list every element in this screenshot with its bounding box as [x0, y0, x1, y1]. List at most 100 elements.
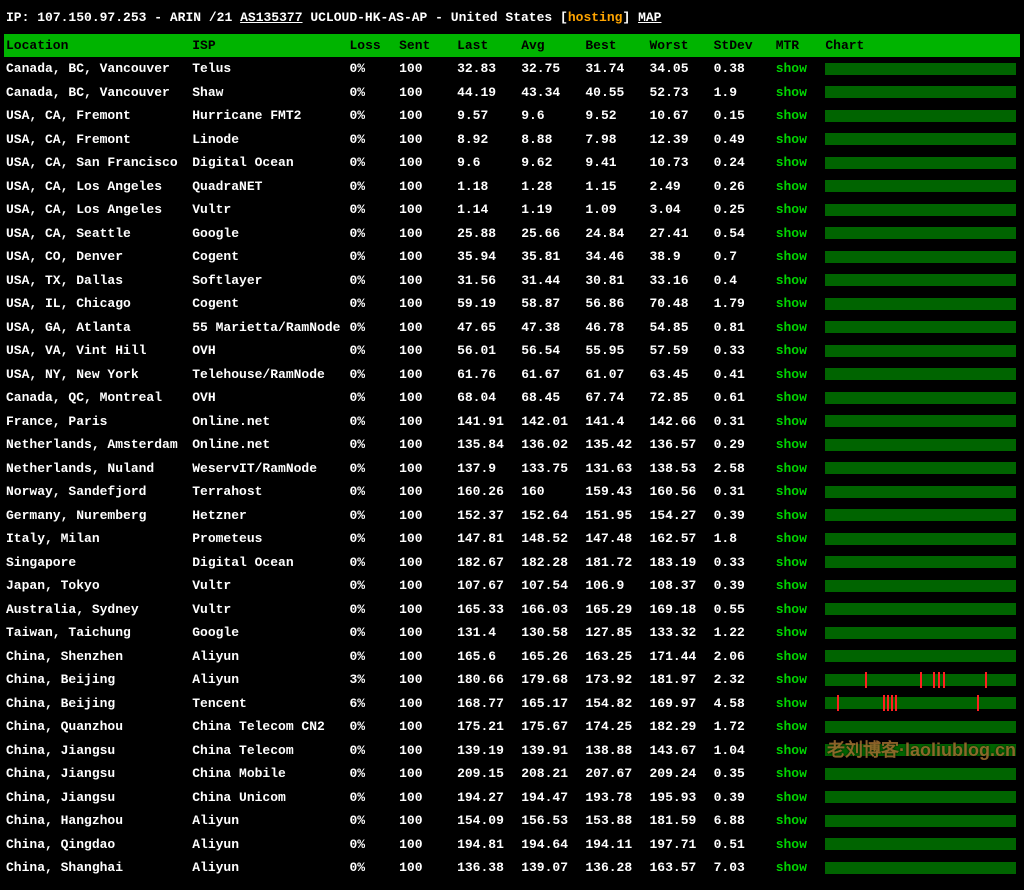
- mtr-show-link[interactable]: show: [776, 743, 807, 758]
- mtr-show-link[interactable]: show: [776, 860, 807, 875]
- mtr-show-link[interactable]: show: [776, 813, 807, 828]
- chart-cell: [823, 809, 1020, 833]
- cell-worst: 183.19: [647, 551, 711, 575]
- country-sep: -: [435, 10, 443, 25]
- chart-cell: [823, 856, 1020, 880]
- cell-isp: Aliyun: [190, 833, 347, 857]
- cell-avg: 175.67: [519, 715, 583, 739]
- mtr-show-link[interactable]: show: [776, 531, 807, 546]
- cell-isp: Hurricane FMT2: [190, 104, 347, 128]
- mtr-show-link[interactable]: show: [776, 367, 807, 382]
- cell-avg: 142.01: [519, 410, 583, 434]
- cell-last: 168.77: [455, 692, 519, 716]
- cell-isp: Linode: [190, 128, 347, 152]
- hosting-tag: hosting: [568, 10, 623, 25]
- mtr-show-link[interactable]: show: [776, 414, 807, 429]
- cell-loc: Taiwan, Taichung: [4, 621, 190, 645]
- table-row: Netherlands, NulandWeservIT/RamNode0%100…: [4, 457, 1020, 481]
- mtr-show-link[interactable]: show: [776, 226, 807, 241]
- cell-sent: 100: [397, 504, 455, 528]
- chart-cell: [823, 833, 1020, 857]
- cell-worst: 57.59: [647, 339, 711, 363]
- mtr-show-link[interactable]: show: [776, 625, 807, 640]
- map-link[interactable]: MAP: [638, 10, 661, 25]
- mtr-show-link[interactable]: show: [776, 461, 807, 476]
- mtr-show-link[interactable]: show: [776, 155, 807, 170]
- cell-best: 174.25: [583, 715, 647, 739]
- asn-link[interactable]: AS135377: [240, 10, 302, 25]
- cell-sent: 100: [397, 551, 455, 575]
- cell-best: 147.48: [583, 527, 647, 551]
- mtr-show-link[interactable]: show: [776, 343, 807, 358]
- cell-loc: Norway, Sandefjord: [4, 480, 190, 504]
- col-mtr: MTR: [774, 34, 824, 58]
- cell-isp: QuadraNET: [190, 175, 347, 199]
- cell-loss: 0%: [347, 527, 397, 551]
- cell-last: 9.57: [455, 104, 519, 128]
- mtr-show-link[interactable]: show: [776, 602, 807, 617]
- mtr-show-link[interactable]: show: [776, 179, 807, 194]
- cell-avg: 9.6: [519, 104, 583, 128]
- mtr-show-link[interactable]: show: [776, 508, 807, 523]
- mtr-show-link[interactable]: show: [776, 273, 807, 288]
- mtr-show-link[interactable]: show: [776, 696, 807, 711]
- mtr-show-link[interactable]: show: [776, 484, 807, 499]
- mtr-show-link[interactable]: show: [776, 766, 807, 781]
- chart-bar: [825, 133, 1016, 145]
- cell-best: 138.88: [583, 739, 647, 763]
- chart-spike: [837, 695, 839, 711]
- cell-sent: 100: [397, 833, 455, 857]
- registry: ARIN: [170, 10, 201, 25]
- cell-sent: 100: [397, 339, 455, 363]
- cell-avg: 139.07: [519, 856, 583, 880]
- cell-best: 7.98: [583, 128, 647, 152]
- cell-loss: 0%: [347, 433, 397, 457]
- mtr-show-link[interactable]: show: [776, 555, 807, 570]
- mtr-show-link[interactable]: show: [776, 249, 807, 264]
- cell-sent: 100: [397, 292, 455, 316]
- cell-best: 61.07: [583, 363, 647, 387]
- cell-avg: 165.26: [519, 645, 583, 669]
- mtr-show-link[interactable]: show: [776, 719, 807, 734]
- cell-worst: 3.04: [647, 198, 711, 222]
- cell-loss: 0%: [347, 245, 397, 269]
- chart-cell: [823, 715, 1020, 739]
- cell-sent: 100: [397, 175, 455, 199]
- cell-stdev: 0.31: [712, 410, 774, 434]
- cell-loc: France, Paris: [4, 410, 190, 434]
- cell-avg: 133.75: [519, 457, 583, 481]
- mtr-show-link[interactable]: show: [776, 320, 807, 335]
- cell-last: 165.6: [455, 645, 519, 669]
- mtr-show-link[interactable]: show: [776, 202, 807, 217]
- chart-cell: [823, 81, 1020, 105]
- mtr-show-link[interactable]: show: [776, 837, 807, 852]
- mtr-show-link[interactable]: show: [776, 390, 807, 405]
- mtr-show-link[interactable]: show: [776, 437, 807, 452]
- chart-cell: [823, 574, 1020, 598]
- table-row: USA, CA, FremontHurricane FMT20%1009.579…: [4, 104, 1020, 128]
- chart-bar: [825, 509, 1016, 521]
- mtr-show-link[interactable]: show: [776, 672, 807, 687]
- cell-isp: Hetzner: [190, 504, 347, 528]
- cell-last: 44.19: [455, 81, 519, 105]
- cell-sent: 100: [397, 81, 455, 105]
- mtr-show-link[interactable]: show: [776, 790, 807, 805]
- cell-best: 131.63: [583, 457, 647, 481]
- mtr-show-link[interactable]: show: [776, 132, 807, 147]
- chart-bar: [825, 462, 1016, 474]
- cell-loss: 0%: [347, 363, 397, 387]
- mtr-show-link[interactable]: show: [776, 578, 807, 593]
- mtr-show-link[interactable]: show: [776, 649, 807, 664]
- table-row: China, QingdaoAliyun0%100194.81194.64194…: [4, 833, 1020, 857]
- mtr-show-link[interactable]: show: [776, 296, 807, 311]
- cell-best: 154.82: [583, 692, 647, 716]
- mtr-show-link[interactable]: show: [776, 108, 807, 123]
- mtr-show-link[interactable]: show: [776, 85, 807, 100]
- chart-bar: [825, 556, 1016, 568]
- cell-loc: Netherlands, Nuland: [4, 457, 190, 481]
- chart-cell: [823, 598, 1020, 622]
- cell-sent: 100: [397, 222, 455, 246]
- chart-bar: [825, 368, 1016, 380]
- mtr-show-link[interactable]: show: [776, 61, 807, 76]
- chart-bar: [825, 697, 1016, 709]
